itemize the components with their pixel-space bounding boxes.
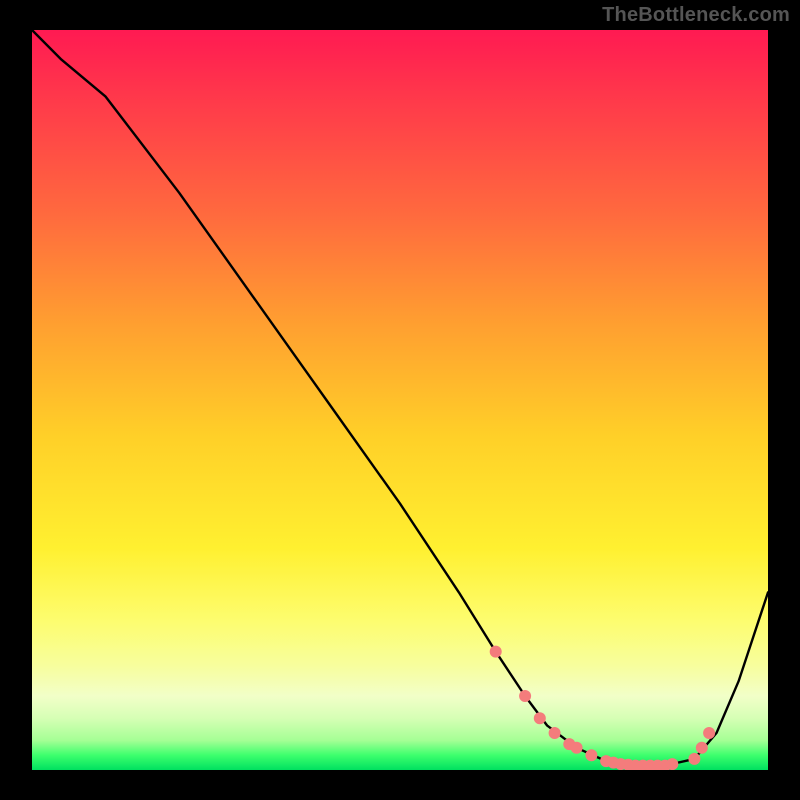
marker-dots xyxy=(490,646,715,770)
marker-dot xyxy=(688,753,700,765)
marker-dot xyxy=(549,727,561,739)
marker-dot xyxy=(519,690,531,702)
marker-dot xyxy=(534,712,546,724)
marker-dot xyxy=(696,742,708,754)
marker-dot xyxy=(571,742,583,754)
series-curve xyxy=(32,30,768,766)
marker-dot xyxy=(703,727,715,739)
marker-dot xyxy=(666,758,678,770)
marker-dot xyxy=(585,749,597,761)
watermark-text: TheBottleneck.com xyxy=(602,4,790,27)
chart-frame: TheBottleneck.com xyxy=(0,0,800,800)
marker-dot xyxy=(490,646,502,658)
plot-area xyxy=(32,30,768,770)
chart-svg xyxy=(32,30,768,770)
